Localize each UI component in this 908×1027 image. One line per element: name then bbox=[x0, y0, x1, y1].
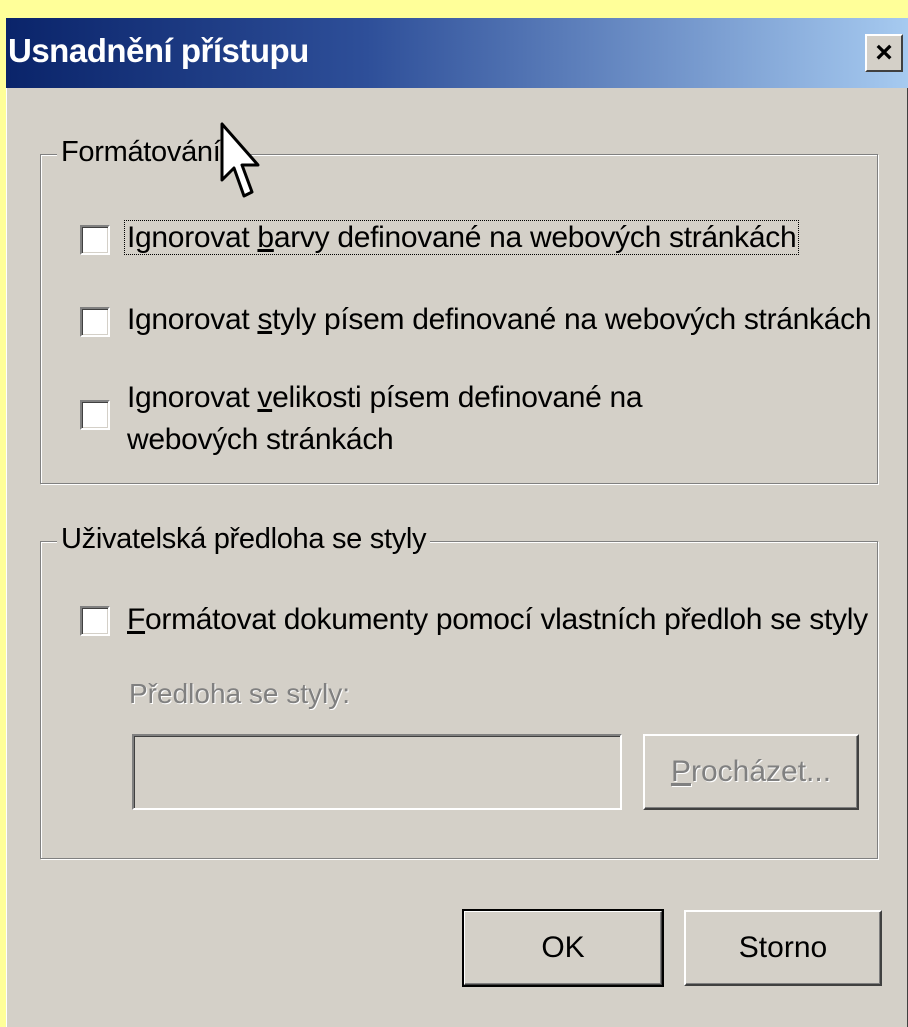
cancel-button-label: Storno bbox=[738, 931, 828, 964]
user-stylesheet-group: Uživatelská předloha se styly Formátovat… bbox=[40, 523, 878, 859]
ignore-font-styles-label[interactable]: Ignorovat styly písem definované na webo… bbox=[127, 299, 872, 341]
close-button[interactable]: × bbox=[865, 34, 903, 72]
dialog-title: Usnadnění přístupu bbox=[8, 32, 309, 69]
accessibility-dialog: Usnadnění přístupu × Formátování Ignorov… bbox=[6, 18, 908, 1027]
mouse-pointer-icon bbox=[220, 122, 260, 198]
browse-button[interactable]: Procházet... bbox=[643, 734, 859, 810]
ignore-font-sizes-line1: Ignorovat velikosti písem definované na bbox=[127, 381, 643, 414]
title-bar[interactable]: Usnadnění přístupu × bbox=[6, 18, 908, 88]
ignore-font-sizes-line2: webových stránkách bbox=[127, 423, 394, 456]
close-icon: × bbox=[875, 36, 893, 69]
ok-button[interactable]: OK bbox=[462, 909, 664, 987]
use-stylesheet-checkbox[interactable] bbox=[80, 606, 110, 636]
stylesheet-field-label: Předloha se styly: bbox=[129, 678, 350, 709]
ignore-colors-checkbox[interactable] bbox=[80, 225, 110, 255]
cancel-button[interactable]: Storno bbox=[684, 910, 882, 986]
ignore-font-sizes-label[interactable]: Ignorovat velikosti písem definované na … bbox=[127, 377, 643, 461]
ignore-font-sizes-checkbox[interactable] bbox=[80, 400, 110, 430]
ignore-font-styles-checkbox[interactable] bbox=[80, 307, 110, 337]
formatting-group: Formátování Ignorovat barvy definované n… bbox=[40, 136, 878, 484]
stylesheet-path-input[interactable] bbox=[132, 734, 622, 810]
formatting-legend: Formátování bbox=[57, 136, 225, 169]
focus-rect: Ignorovat barvy definované na webových s… bbox=[123, 220, 800, 255]
use-stylesheet-label[interactable]: Formátovat dokumenty pomocí vlastních př… bbox=[127, 599, 868, 641]
user-stylesheet-legend: Uživatelská předloha se styly bbox=[57, 523, 431, 556]
ignore-colors-label[interactable]: Ignorovat barvy definované na webových s… bbox=[123, 217, 800, 259]
browse-button-label: Procházet... bbox=[670, 755, 832, 788]
ok-button-label: OK bbox=[541, 931, 585, 964]
